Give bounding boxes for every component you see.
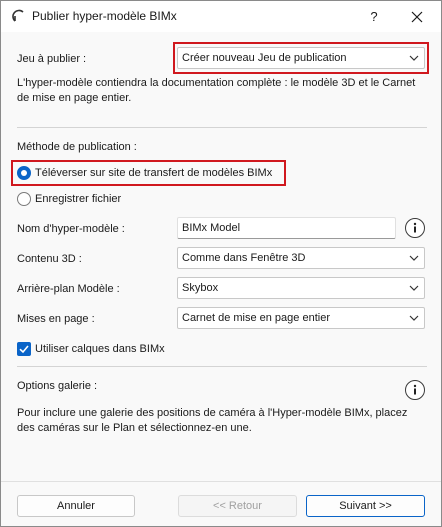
back-button[interactable]: << Retour xyxy=(178,495,297,517)
help-button[interactable]: ? xyxy=(353,1,395,32)
content3d-value: Comme dans Fenêtre 3D xyxy=(182,252,306,264)
chevron-down-icon xyxy=(409,255,419,261)
window-title: Publier hyper-modèle BIMx xyxy=(32,9,177,23)
background-select[interactable]: Skybox xyxy=(177,277,425,299)
publish-set-label: Jeu à publier : xyxy=(17,53,87,65)
chevron-down-icon xyxy=(409,285,419,291)
info-icon xyxy=(413,384,417,395)
publish-set-value: Créer nouveau Jeu de publication xyxy=(182,52,347,64)
upload-radio[interactable] xyxy=(17,166,31,180)
use-layers-checkbox[interactable] xyxy=(17,342,31,356)
separator xyxy=(17,366,427,367)
background-value: Skybox xyxy=(182,282,219,294)
layouts-label: Mises en page : xyxy=(17,313,95,325)
background-label: Arrière-plan Modèle : xyxy=(17,283,120,295)
bimx-app-icon xyxy=(12,9,24,22)
gallery-info-button[interactable] xyxy=(405,380,425,400)
layouts-select[interactable]: Carnet de mise en page entier xyxy=(177,307,425,329)
model-name-label: Nom d'hyper-modèle : xyxy=(17,223,125,235)
next-button[interactable]: Suivant >> xyxy=(306,495,425,517)
content3d-select[interactable]: Comme dans Fenêtre 3D xyxy=(177,247,425,269)
separator xyxy=(17,127,427,128)
model-name-info-button[interactable] xyxy=(405,218,425,238)
model-name-input[interactable]: BIMx Model xyxy=(177,217,396,239)
gallery-description: Pour inclure une galerie des positions d… xyxy=(17,407,408,434)
layouts-value: Carnet de mise en page entier xyxy=(182,312,330,324)
publication-method-label: Méthode de publication : xyxy=(17,141,137,153)
info-icon xyxy=(413,222,417,233)
chevron-down-icon xyxy=(409,55,419,61)
chevron-down-icon xyxy=(409,315,419,321)
publish-bimx-dialog: Publier hyper-modèle BIMx ? Jeu à publie… xyxy=(0,0,442,527)
use-layers-label[interactable]: Utiliser calques dans BIMx xyxy=(35,343,165,355)
dialog-content: Jeu à publier : Créer nouveau Jeu de pub… xyxy=(1,32,441,526)
title-bar: Publier hyper-modèle BIMx ? xyxy=(1,1,441,32)
publish-set-select[interactable]: Créer nouveau Jeu de publication xyxy=(177,47,425,69)
save-file-option-label[interactable]: Enregistrer fichier xyxy=(35,193,121,205)
upload-option-label[interactable]: Téléverser sur site de transfert de modè… xyxy=(35,167,272,179)
checkmark-icon xyxy=(19,345,29,354)
footer-separator xyxy=(1,481,441,482)
gallery-options-label: Options galerie : xyxy=(17,380,98,392)
close-icon xyxy=(411,11,423,22)
cancel-button[interactable]: Annuler xyxy=(17,495,135,517)
save-file-radio[interactable] xyxy=(17,192,31,206)
publish-set-description: L'hyper-modèle contiendra la documentati… xyxy=(17,77,416,104)
close-button[interactable] xyxy=(396,1,438,32)
content3d-label: Contenu 3D : xyxy=(17,253,82,265)
